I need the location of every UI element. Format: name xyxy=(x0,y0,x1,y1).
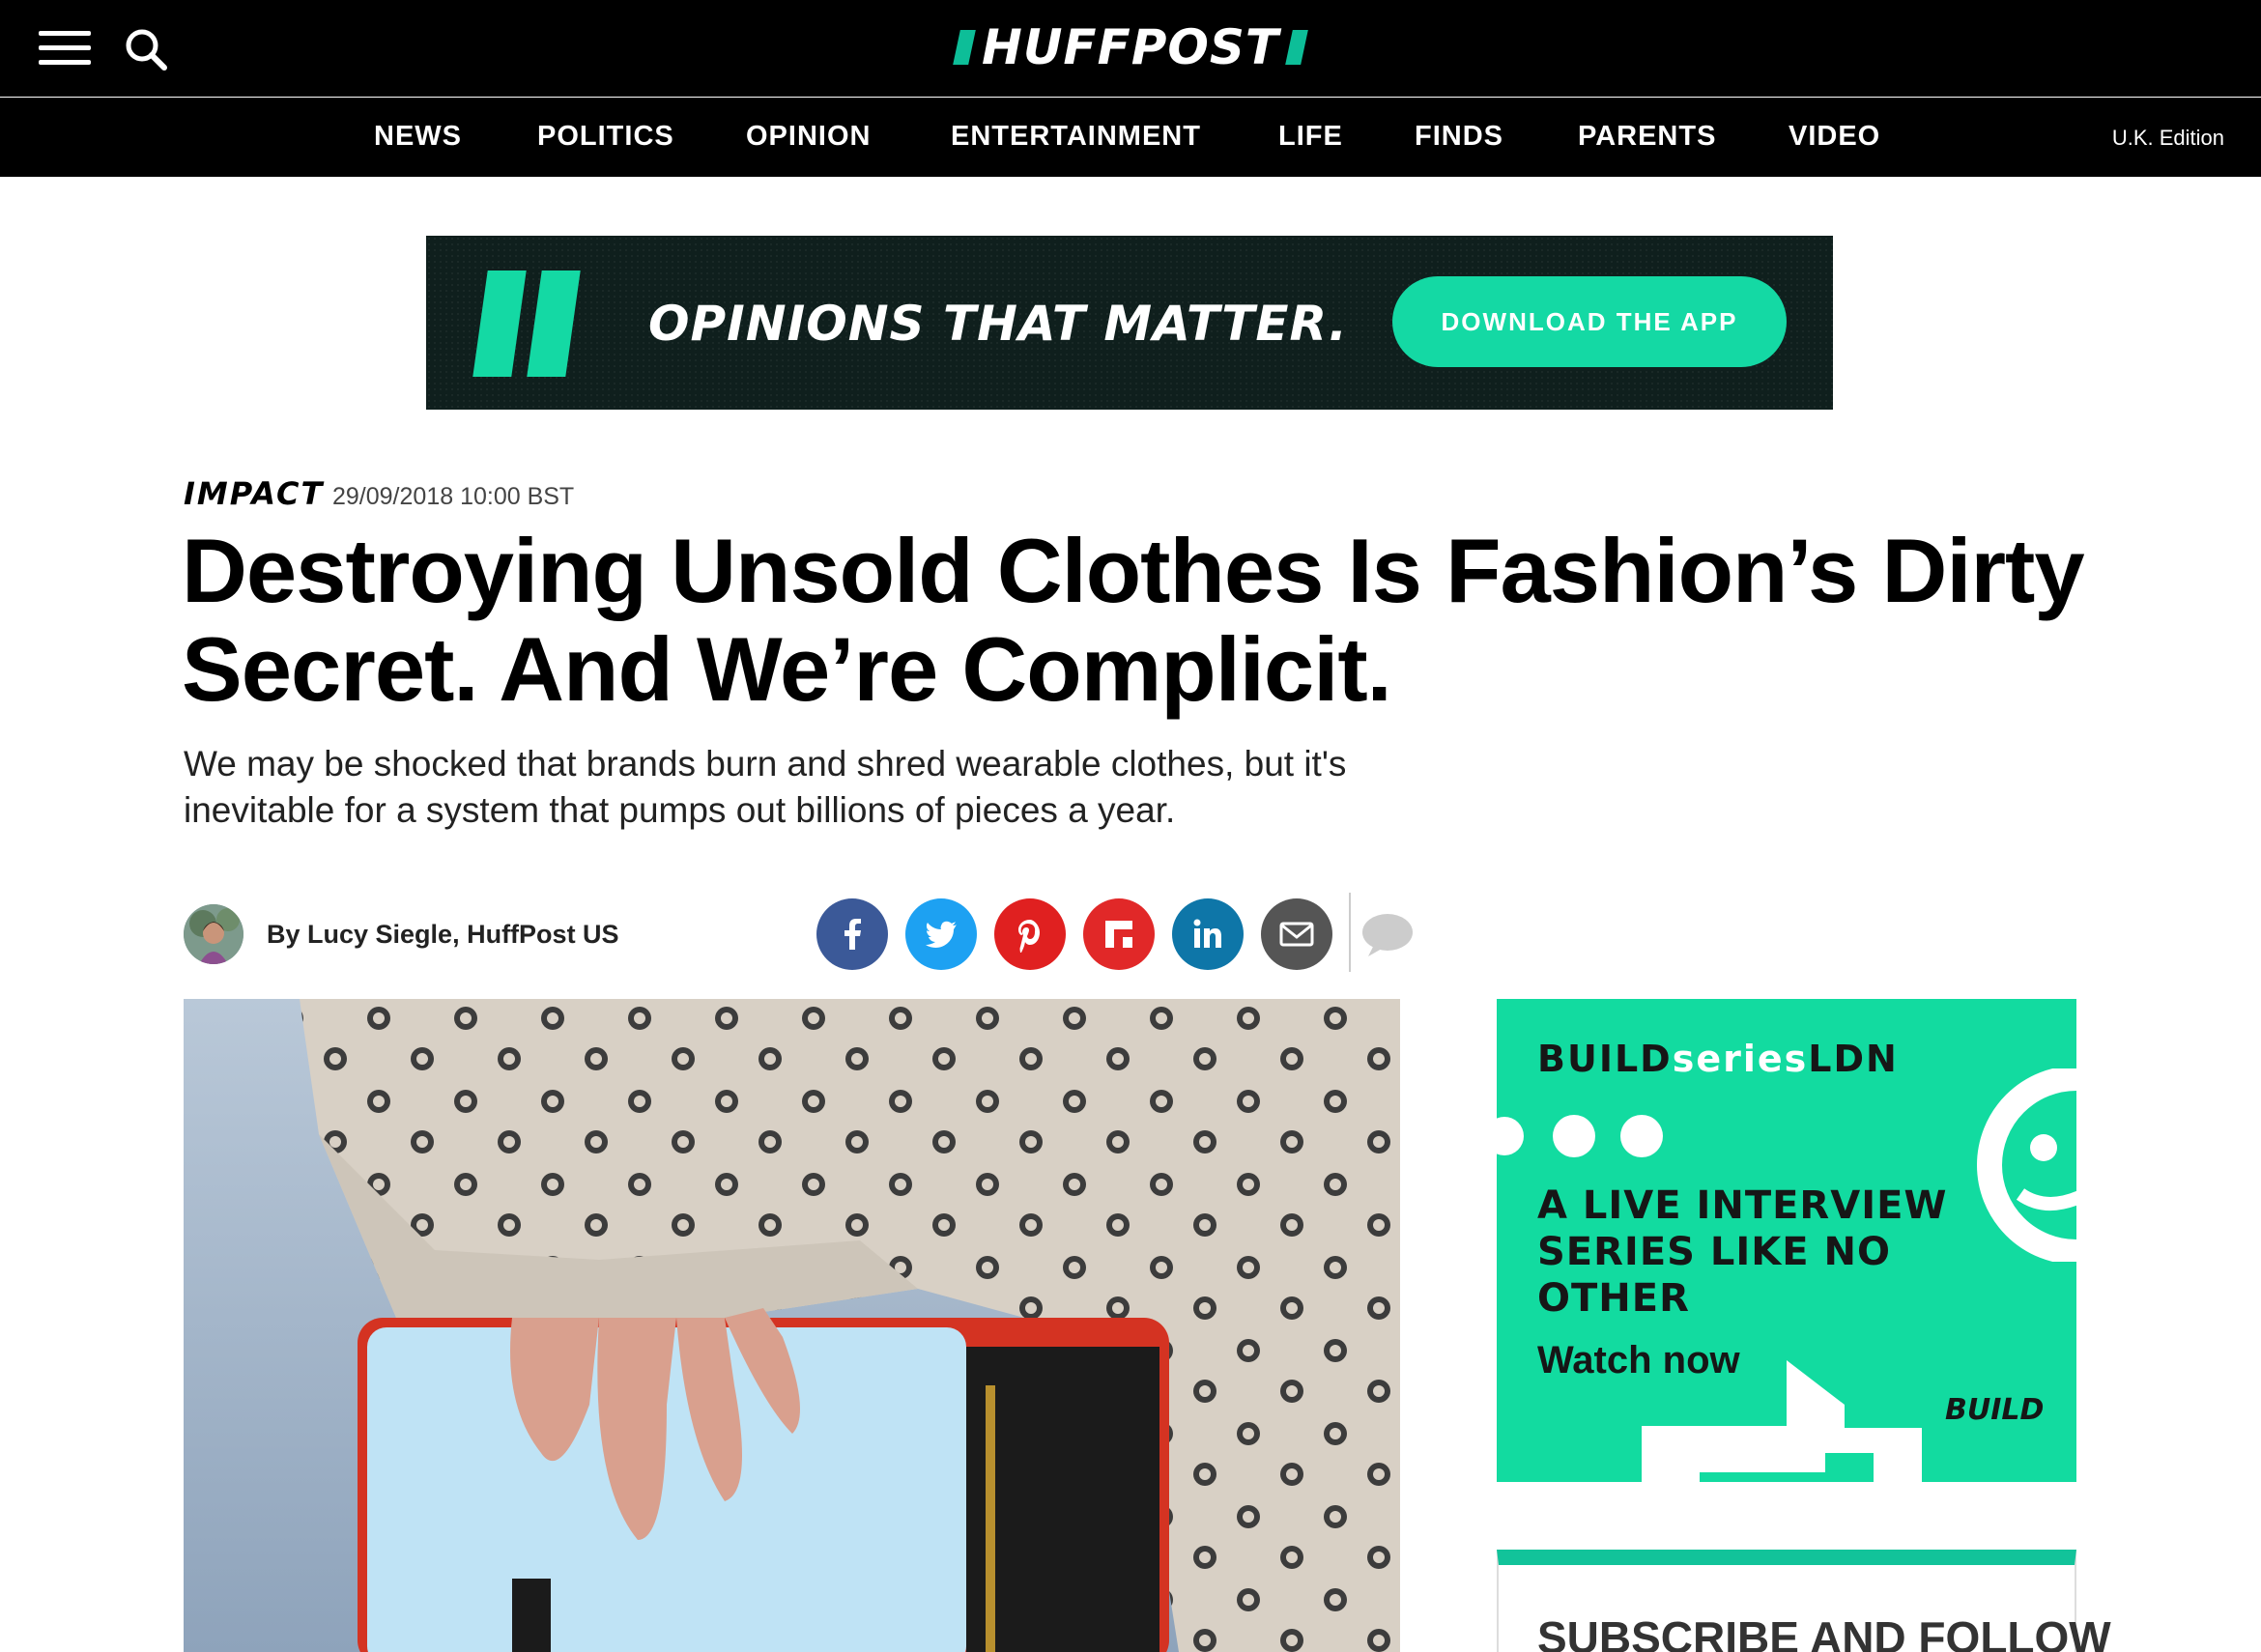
nav-item-life[interactable]: LIFE xyxy=(1278,121,1343,153)
author-avatar[interactable] xyxy=(184,904,243,964)
author-byline[interactable]: By Lucy Siegle, HuffPost US xyxy=(267,920,619,950)
article-dek: We may be shocked that brands burn and s… xyxy=(184,744,1347,830)
article-timestamp: 29/09/2018 10:00 BST xyxy=(332,483,575,510)
download-app-button[interactable]: DOWNLOAD THE APP xyxy=(1392,276,1787,367)
dots-decoration xyxy=(1497,1115,1663,1157)
nav-item-entertainment[interactable]: ENTERTAINMENT xyxy=(951,121,1201,153)
nav-item-parents[interactable]: PARENTS xyxy=(1578,121,1716,153)
ad-tagline: A LIVE INTERVIEW SERIES LIKE NO OTHER xyxy=(1537,1183,1948,1321)
comments-icon[interactable] xyxy=(1360,912,1415,958)
nav-item-news[interactable]: NEWS xyxy=(374,121,462,153)
facebook-icon[interactable] xyxy=(816,898,888,970)
nav-item-video[interactable]: VIDEO xyxy=(1789,121,1880,153)
logo-text: HUFFPOST xyxy=(981,19,1280,75)
subscribe-follow-box: SUBSCRIBE AND FOLLOW xyxy=(1497,1550,2111,1652)
twitter-icon[interactable] xyxy=(905,898,977,970)
build-badge-logo: BUILD xyxy=(1945,1393,2045,1427)
edition-selector[interactable]: U.K. Edition xyxy=(2112,126,2224,151)
nav-item-opinion[interactable]: OPINION xyxy=(746,121,871,153)
arrow-shape-decoration xyxy=(1642,1360,1922,1482)
flipboard-icon[interactable] xyxy=(1083,898,1155,970)
nav-item-finds[interactable]: FINDS xyxy=(1415,121,1503,153)
build-series-sidebar-ad[interactable]: BUILDseriesLDN A LIVE INTERVIEW SERIES L… xyxy=(1497,999,2076,1482)
share-divider xyxy=(1349,893,1351,972)
pinterest-icon[interactable] xyxy=(994,898,1066,970)
top-bar: HUFFPOST xyxy=(0,0,2261,97)
section-kicker[interactable]: IMPACT xyxy=(184,475,324,512)
huffpost-mark-icon xyxy=(472,271,581,377)
email-icon[interactable] xyxy=(1261,898,1332,970)
section-nav: NEWS POLITICS OPINION ENTERTAINMENT LIFE… xyxy=(0,98,2261,177)
hero-image xyxy=(184,999,1400,1652)
app-download-banner-ad[interactable]: OPINIONS THAT MATTER. DOWNLOAD THE APP xyxy=(426,236,1833,410)
build-series-brand: BUILDseriesLDN xyxy=(1537,1038,1899,1080)
article-headline: Destroying Unsold Clothes Is Fashion’s D… xyxy=(182,520,2085,720)
banner-title: OPINIONS THAT MATTER. xyxy=(648,296,1348,352)
huffpost-logo[interactable]: HUFFPOST xyxy=(0,17,2261,77)
linkedin-icon[interactable] xyxy=(1172,898,1244,970)
smiley-face-icon xyxy=(1977,1068,2076,1262)
nav-item-politics[interactable]: POLITICS xyxy=(537,121,674,153)
subscribe-title: SUBSCRIBE AND FOLLOW xyxy=(1537,1612,2111,1652)
